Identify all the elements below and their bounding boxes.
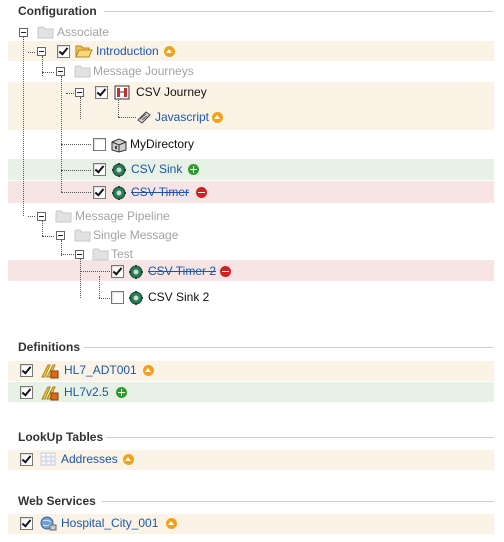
- lookup-checkbox[interactable]: [20, 453, 33, 466]
- section-web-services: Web Services: [18, 494, 494, 510]
- minus-badge-icon: [196, 187, 207, 198]
- collapse-toggle-icon[interactable]: [56, 67, 65, 76]
- tree-node-label: Test: [111, 247, 134, 261]
- journey-icon: [114, 85, 130, 103]
- section-title: Definitions: [18, 340, 80, 354]
- tree-node-csv-timer[interactable]: CSV Timer: [0, 184, 220, 202]
- gear-component-icon: [128, 290, 144, 309]
- section-configuration: Configuration: [18, 4, 494, 20]
- mydirectory-checkbox[interactable]: [93, 138, 106, 151]
- gear-component-icon: [111, 185, 127, 204]
- script-icon: [136, 110, 152, 127]
- gear-component-icon: [128, 264, 144, 283]
- collapse-toggle-icon[interactable]: [75, 250, 84, 259]
- folder-icon: [74, 228, 92, 245]
- section-title: Configuration: [18, 4, 97, 18]
- tree-node-single-message[interactable]: Single Message: [0, 227, 220, 245]
- tree-node-label: Message Journeys: [93, 64, 194, 78]
- tree-node-label: MyDirectory: [130, 137, 195, 151]
- csv-journey-checkbox[interactable]: [95, 86, 108, 99]
- definition-icon: [40, 363, 60, 382]
- introduction-checkbox[interactable]: [57, 45, 70, 58]
- collapse-toggle-icon[interactable]: [37, 212, 46, 221]
- tree-node-label[interactable]: Javascript: [155, 110, 209, 124]
- tree-node-associate[interactable]: Associate: [0, 24, 200, 42]
- folder-icon: [37, 25, 55, 42]
- folder-icon: [55, 209, 73, 226]
- section-title: Web Services: [18, 494, 96, 508]
- definition-checkbox[interactable]: [20, 386, 33, 399]
- minus-badge-icon: [220, 266, 231, 277]
- divider: [102, 501, 494, 502]
- webservice-checkbox[interactable]: [20, 517, 33, 530]
- folder-icon: [74, 64, 92, 81]
- collapse-toggle-icon[interactable]: [37, 47, 46, 56]
- tree-node-label[interactable]: CSV Timer: [131, 185, 189, 199]
- tree-node-test[interactable]: Test: [0, 246, 200, 264]
- tree-node-label: Single Message: [93, 228, 179, 242]
- section-title: LookUp Tables: [18, 430, 104, 444]
- definition-label[interactable]: HL7_ADT001: [64, 363, 137, 377]
- csv-timer-2-checkbox[interactable]: [111, 265, 124, 278]
- table-grid-icon: [40, 452, 56, 469]
- definition-checkbox[interactable]: [20, 364, 33, 377]
- globe-service-icon: [40, 516, 57, 534]
- collapse-toggle-icon[interactable]: [19, 28, 28, 37]
- tree-node-label: CSV Sink 2: [148, 290, 210, 304]
- section-lookup-tables: LookUp Tables: [18, 430, 494, 446]
- definition-item-hl7v25[interactable]: HL7v2.5: [0, 384, 200, 402]
- open-folder-icon: [75, 44, 93, 61]
- divider: [84, 347, 494, 348]
- tree-node-label[interactable]: CSV Timer 2: [148, 264, 216, 278]
- collapse-toggle-icon[interactable]: [75, 88, 84, 97]
- tree-node-javascript[interactable]: Javascript: [0, 109, 240, 127]
- plus-badge-icon: [188, 164, 199, 175]
- section-definitions: Definitions: [18, 340, 494, 356]
- tree-node-csv-journey[interactable]: CSV Journey: [0, 84, 240, 102]
- tree-node-message-pipeline[interactable]: Message Pipeline: [0, 208, 220, 226]
- warning-badge-icon: [212, 112, 223, 123]
- warning-badge-icon: [143, 365, 154, 376]
- definition-label[interactable]: HL7v2.5: [64, 385, 109, 399]
- tree-node-label[interactable]: CSV Sink: [131, 162, 182, 176]
- tree-node-label: Message Pipeline: [75, 209, 170, 223]
- lookup-item-addresses[interactable]: Addresses: [0, 451, 200, 469]
- csv-timer-checkbox[interactable]: [93, 186, 106, 199]
- webservice-label[interactable]: Hospital_City_001: [61, 516, 158, 530]
- webservice-item-hospital-city[interactable]: Hospital_City_001: [0, 515, 200, 533]
- tree-node-label: Associate: [57, 25, 110, 39]
- tree-node-csv-sink-2[interactable]: CSV Sink 2: [0, 289, 240, 307]
- folder-icon: [92, 247, 110, 264]
- divider: [106, 437, 494, 438]
- tree-node-label: CSV Journey: [136, 85, 207, 99]
- csv-sink-checkbox[interactable]: [93, 163, 106, 176]
- warning-badge-icon: [166, 518, 177, 529]
- csv-sink-2-checkbox[interactable]: [111, 291, 124, 304]
- warning-badge-icon: [123, 454, 134, 465]
- directory-icon: [110, 137, 128, 156]
- warning-badge-icon: [164, 46, 175, 57]
- collapse-toggle-icon[interactable]: [56, 231, 65, 240]
- tree-node-csv-sink[interactable]: CSV Sink: [0, 161, 220, 179]
- tree-node-mydirectory[interactable]: MyDirectory: [0, 136, 220, 154]
- tree-node-csv-timer-2[interactable]: CSV Timer 2: [0, 263, 250, 281]
- definition-item-hl7-adt001[interactable]: HL7_ADT001: [0, 362, 200, 380]
- divider: [104, 11, 494, 12]
- lookup-label[interactable]: Addresses: [61, 452, 118, 466]
- plus-badge-icon: [116, 387, 127, 398]
- tree-node-introduction[interactable]: Introduction: [0, 43, 200, 61]
- definition-icon: [40, 385, 60, 404]
- tree-node-label[interactable]: Introduction: [96, 44, 159, 58]
- gear-component-icon: [111, 162, 127, 181]
- tree-node-message-journeys[interactable]: Message Journeys: [0, 63, 220, 81]
